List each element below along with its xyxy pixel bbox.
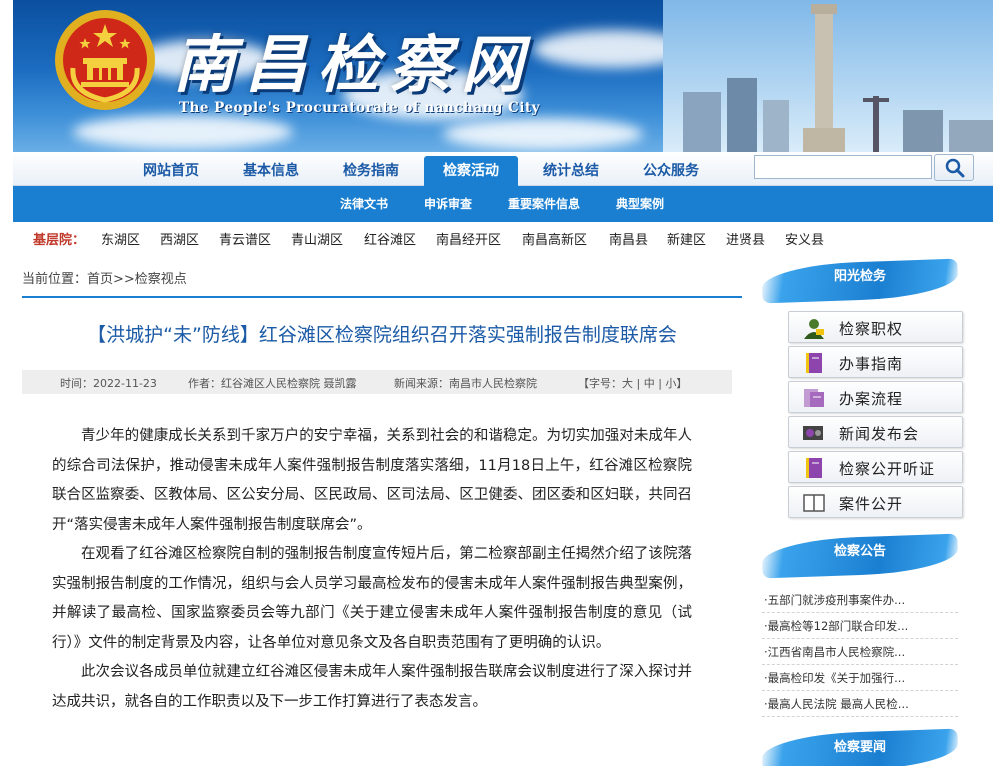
search-input[interactable] bbox=[754, 155, 932, 179]
district-link[interactable]: 红谷滩区 bbox=[364, 229, 416, 248]
breadcrumb-divider bbox=[22, 296, 742, 298]
breadcrumb[interactable]: 当前位置：首页>>检察视点 bbox=[22, 268, 187, 287]
subnav-important-cases[interactable]: 重要案件信息 bbox=[508, 186, 580, 222]
nav-statistics[interactable]: 统计总结 bbox=[531, 156, 611, 186]
sidebar-item-press-conference[interactable]: 新闻发布会 bbox=[788, 416, 963, 448]
district-link[interactable]: 新建区 bbox=[667, 229, 706, 248]
sunshine-heading: 阳光检务 bbox=[833, 269, 886, 284]
notice-divider bbox=[762, 612, 958, 613]
district-label: 基层院： bbox=[33, 233, 86, 248]
notice-item[interactable]: ·最高检等12部门联合印发... bbox=[764, 618, 914, 634]
sidebar-item-label: 检察公开听证 bbox=[839, 460, 936, 478]
site-banner: 南昌检察网 The People's Procuratorate of nanc… bbox=[13, 0, 993, 152]
article-title: 【洪城护“未”防线】红谷滩区检察院组织召开落实强制报告制度联席会 bbox=[87, 324, 677, 346]
subnav-typical-cases[interactable]: 典型案例 bbox=[616, 186, 664, 222]
article-meta-bar: 时间：2022-11-23 作者：红谷滩区人民检察院 聂凯露 新闻来源：南昌市人… bbox=[22, 370, 732, 394]
article-source: 新闻来源：南昌市人民检察院 bbox=[394, 377, 537, 390]
site-title: 南昌检察网 bbox=[173, 28, 534, 101]
notice-item[interactable]: ·五部门就涉疫刑事案件办... bbox=[764, 592, 914, 608]
article-body: 青少年的健康成长关系到千家万户的安宁幸福，关系到社会的和谐稳定。为切实加强对未成… bbox=[52, 422, 692, 717]
font-size-switcher[interactable]: 【字号：大 | 中 | 小】 bbox=[578, 375, 687, 391]
main-nav: 网站首页 基本信息 检务指南 检察活动 统计总结 公众服务 bbox=[13, 152, 993, 186]
nav-public-service[interactable]: 公众服务 bbox=[631, 156, 711, 186]
district-link[interactable]: 安义县 bbox=[785, 229, 824, 248]
district-link[interactable]: 东湖区 bbox=[101, 229, 140, 248]
national-emblem-icon bbox=[55, 10, 155, 110]
sidebar-item-service-guide[interactable]: 办事指南 bbox=[788, 346, 963, 378]
search-icon bbox=[945, 158, 965, 178]
district-link[interactable]: 南昌高新区 bbox=[522, 229, 587, 248]
sub-nav: 法律文书 申诉审查 重要案件信息 典型案例 bbox=[13, 186, 993, 222]
district-link[interactable]: 西湖区 bbox=[160, 229, 199, 248]
sidebar-item-case-process[interactable]: 办案流程 bbox=[788, 381, 963, 413]
notice-divider bbox=[762, 664, 958, 665]
book-icon bbox=[803, 494, 825, 512]
sidebar-item-case-disclosure[interactable]: 案件公开 bbox=[788, 486, 963, 518]
article-author: 作者：红谷滩区人民检察院 聂凯露 bbox=[188, 377, 357, 390]
notice-divider bbox=[762, 638, 958, 639]
sidebar-item-label: 办案流程 bbox=[839, 390, 904, 408]
article-paragraph: 青少年的健康成长关系到千家万户的安宁幸福，关系到社会的和谐稳定。为切实加强对未成… bbox=[52, 428, 692, 533]
sidebar-item-label: 案件公开 bbox=[839, 495, 904, 513]
article-time: 时间：2022-11-23 bbox=[60, 377, 157, 390]
subnav-legal-docs[interactable]: 法律文书 bbox=[340, 186, 388, 222]
sidebar-item-label: 新闻发布会 bbox=[839, 425, 920, 443]
site-subtitle: The People's Procuratorate of nanchang C… bbox=[179, 100, 540, 116]
person-icon bbox=[804, 319, 824, 339]
article-paragraph: 在观看了红谷滩区检察院自制的强制报告制度宣传短片后，第二检察部副主任揭然介绍了该… bbox=[52, 546, 692, 651]
subnav-appeal-review[interactable]: 申诉审查 bbox=[424, 186, 472, 222]
district-link[interactable]: 南昌经开区 bbox=[436, 229, 501, 248]
article-paragraph: 此次会议各成员单位就建立红谷滩区侵害未成年人案件强制报告联席会议制度进行了深入探… bbox=[52, 664, 692, 710]
sidebar-item-label: 办事指南 bbox=[839, 355, 904, 373]
district-link[interactable]: 南昌县 bbox=[609, 229, 648, 248]
nav-guide[interactable]: 检务指南 bbox=[331, 156, 411, 186]
film-icon bbox=[803, 426, 823, 440]
search-button[interactable] bbox=[934, 154, 974, 181]
notice-item[interactable]: ·最高检印发《关于加强行... bbox=[764, 670, 914, 686]
notice-item[interactable]: ·江西省南昌市人民检察院... bbox=[764, 644, 914, 660]
district-link[interactable]: 进贤县 bbox=[726, 229, 765, 248]
nav-home[interactable]: 网站首页 bbox=[131, 156, 211, 186]
sidebar-item-procuratorial-powers[interactable]: 检察职权 bbox=[788, 311, 963, 343]
sidebar-item-public-hearing[interactable]: 检察公开听证 bbox=[788, 451, 963, 483]
notebook-icon bbox=[806, 353, 822, 373]
nav-basic-info[interactable]: 基本信息 bbox=[231, 156, 311, 186]
city-skyline-image bbox=[663, 0, 993, 152]
news-heading: 检察要闻 bbox=[833, 740, 886, 755]
notice-item[interactable]: ·最高人民法院 最高人民检... bbox=[764, 696, 914, 712]
notice-divider bbox=[762, 716, 958, 717]
notice-heading: 检察公告 bbox=[833, 544, 886, 559]
sidebar-item-label: 检察职权 bbox=[839, 320, 904, 338]
notice-divider bbox=[762, 690, 958, 691]
flowchart-icon bbox=[804, 389, 824, 407]
notebook-icon bbox=[806, 458, 822, 478]
nav-activities[interactable]: 检察活动 bbox=[424, 156, 518, 186]
district-link[interactable]: 青山湖区 bbox=[291, 229, 343, 248]
district-bar: 基层院： 东湖区 西湖区 青云谱区 青山湖区 红谷滩区 南昌经开区 南昌高新区 … bbox=[13, 222, 993, 252]
district-link[interactable]: 青云谱区 bbox=[219, 229, 271, 248]
